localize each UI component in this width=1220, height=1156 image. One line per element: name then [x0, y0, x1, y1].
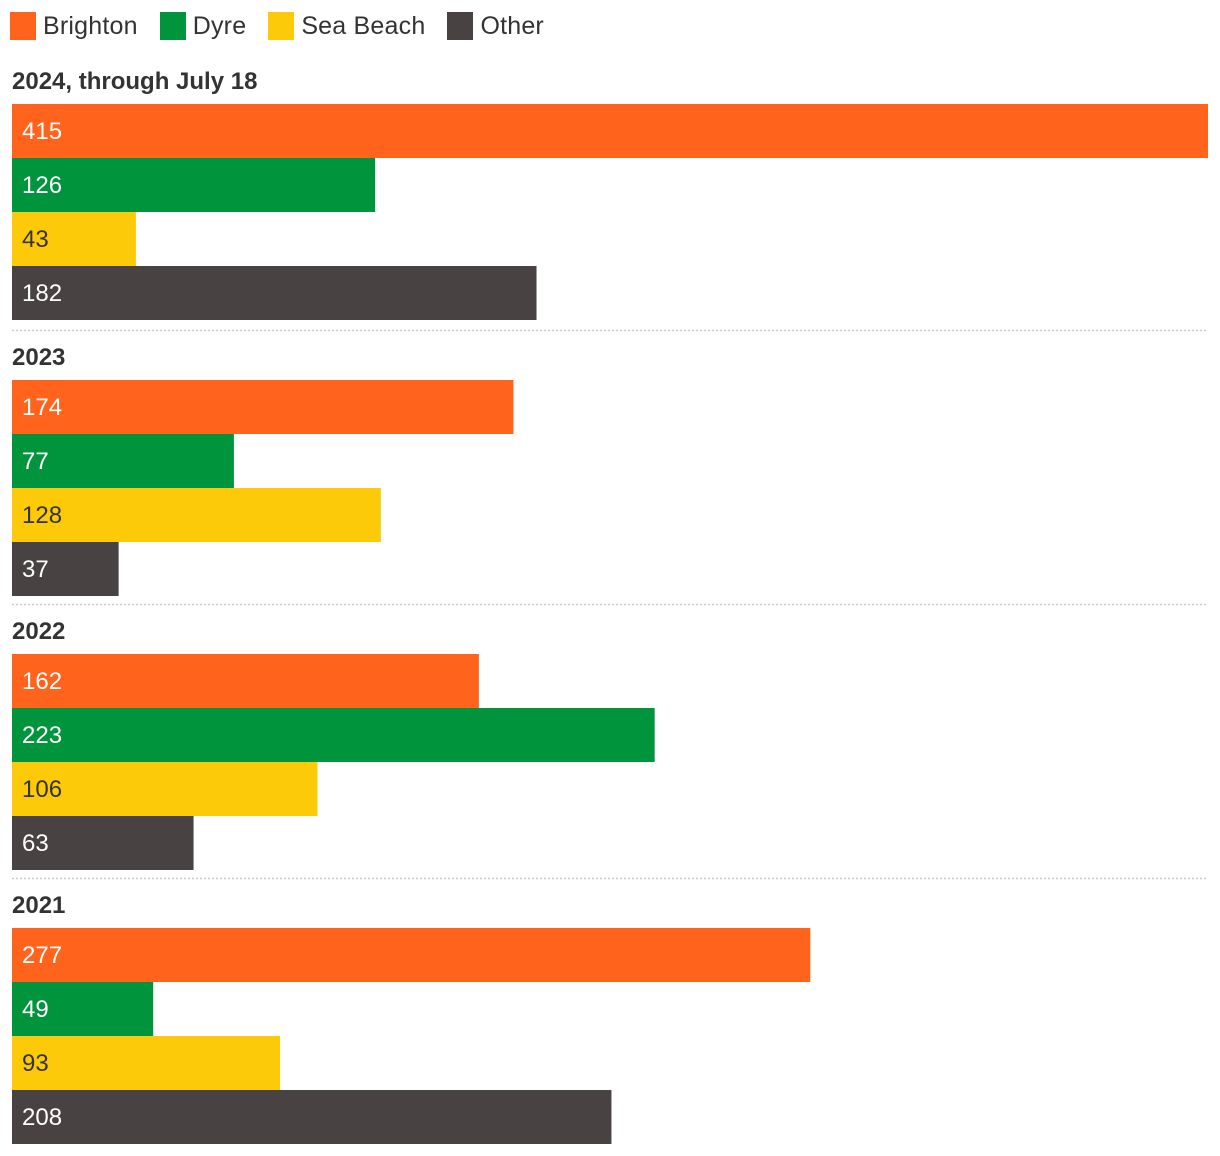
bar-value-label: 93 — [22, 1050, 49, 1077]
bar-value-label: 223 — [22, 722, 62, 749]
bar-brighton-2024-through-july-18 — [12, 104, 1208, 158]
bar-brighton-2021 — [12, 928, 811, 982]
bar-value-label: 43 — [22, 226, 49, 253]
bar-value-label: 174 — [22, 394, 62, 421]
bar-chart: 2024, through July 18 415 126 43 182 2023 174 7… — [12, 68, 1208, 1144]
bar-sea-beach-2021 — [12, 1036, 281, 1090]
bar-value-label: 49 — [22, 996, 49, 1023]
bar-sea-beach-2023 — [12, 488, 381, 542]
bar-value-label: 126 — [22, 172, 62, 199]
bar-value-label: 77 — [22, 448, 49, 475]
bar-value-label: 415 — [22, 118, 62, 145]
bar-value-label: 162 — [22, 668, 62, 695]
group-title: 2021 — [12, 892, 65, 919]
bar-other-2021 — [12, 1090, 612, 1144]
bar-value-label: 128 — [22, 502, 62, 529]
bar-dyre-2022 — [12, 708, 655, 762]
group-title: 2022 — [12, 618, 65, 645]
bar-value-label: 182 — [22, 280, 62, 307]
bar-dyre-2024-through-july-18 — [12, 158, 376, 212]
group-title: 2024, through July 18 — [12, 68, 257, 95]
bar-value-label: 208 — [22, 1104, 62, 1131]
bar-value-label: 63 — [22, 830, 49, 857]
bar-value-label: 277 — [22, 942, 62, 969]
bar-brighton-2022 — [12, 654, 479, 708]
bar-value-label: 106 — [22, 776, 62, 803]
bar-other-2024-through-july-18 — [12, 266, 537, 320]
bar-brighton-2023 — [12, 380, 514, 434]
bar-value-label: 37 — [22, 556, 49, 583]
group-title: 2023 — [12, 344, 65, 371]
